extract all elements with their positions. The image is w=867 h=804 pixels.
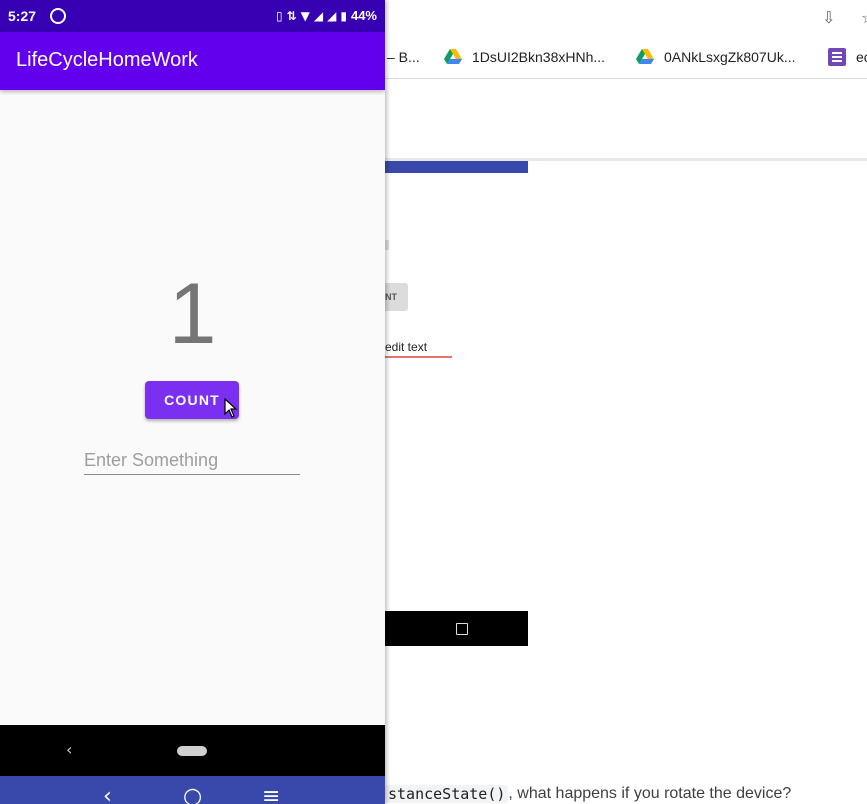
edit-text-input[interactable] (84, 447, 300, 473)
bookmark-label: – B... (387, 49, 420, 65)
google-forms-icon (828, 48, 846, 66)
back-icon[interactable]: ‹ (66, 740, 72, 759)
wifi-icon: ▼ (300, 8, 310, 23)
recents-square-icon (456, 623, 468, 635)
bookmark-item[interactable]: 0ANkLsxgZk807Uk... (636, 36, 796, 78)
embedded-edit-underline (385, 356, 452, 358)
vibrate-icon: ▯ (275, 8, 283, 23)
host-taskbar: ‹ ○ ≡ (0, 776, 385, 804)
bookmarks-bar: – B... 1DsUI2Bkn38xHNh... 0ANkLsxgZk807U… (385, 36, 867, 79)
article-sentence: , what happens if you rotate the device? (508, 785, 792, 802)
status-time: 5:27 (8, 8, 37, 24)
data-transfer-icon: ⇅ (286, 8, 297, 23)
bookmark-item[interactable]: – B... (387, 36, 420, 78)
embedded-emulator-navbar (385, 611, 528, 646)
back-arrow-icon[interactable]: ‹ (103, 786, 112, 804)
embedded-count-button: NT (385, 283, 408, 311)
browser-toolbar: ⇩ ☆ (385, 0, 867, 36)
counter-text: 1 (168, 266, 217, 362)
mouse-cursor-icon (224, 398, 238, 418)
status-bar: 5:27 ▯ ⇅ ▼ ◢ ◢ ▮ 44% (0, 0, 385, 32)
signal-icon: ◢ (313, 8, 324, 23)
home-pill-icon[interactable] (177, 746, 207, 756)
bookmark-item[interactable]: 1DsUI2Bkn38xHNh... (444, 36, 605, 78)
google-drive-icon (636, 49, 654, 64)
menu-icon[interactable]: ≡ (262, 786, 280, 804)
android-emulator: 5:27 ▯ ⇅ ▼ ◢ ◢ ▮ 44% LifeCycleHomeWork 1… (0, 0, 385, 804)
edit-text-field[interactable] (84, 447, 300, 475)
battery-percent: 44% (350, 8, 377, 23)
app-bar: LifeCycleHomeWork (0, 32, 385, 90)
google-drive-icon (444, 49, 462, 64)
article-text: stanceState() , what happens if you rota… (385, 784, 791, 804)
bookmark-item[interactable]: ec (828, 36, 867, 78)
sync-icon (50, 8, 66, 24)
signal-icon: ◢ (327, 8, 337, 23)
embedded-edit-text: edit text (385, 340, 428, 354)
battery-icon: ▮ (340, 8, 347, 23)
embedded-emulator-fragment (385, 240, 389, 250)
download-icon[interactable]: ⇩ (822, 8, 835, 27)
home-circle-icon[interactable]: ○ (183, 786, 202, 804)
embedded-emulator-appbar (385, 161, 528, 173)
star-icon[interactable]: ☆ (861, 8, 867, 27)
bookmark-label: 0ANkLsxgZk807Uk... (664, 49, 796, 65)
inline-code: stanceState() (385, 785, 509, 803)
system-nav-bar: ‹ (0, 725, 385, 776)
status-icons: ▯ ⇅ ▼ ◢ ◢ ▮ 44% (276, 8, 377, 23)
bookmark-label: ec (856, 49, 867, 65)
app-title: LifeCycleHomeWork (16, 49, 198, 71)
bookmark-label: 1DsUI2Bkn38xHNh... (472, 49, 606, 65)
